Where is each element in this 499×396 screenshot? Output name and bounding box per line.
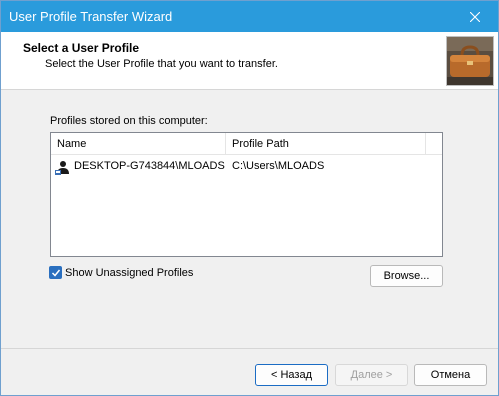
column-header-path[interactable]: Profile Path <box>226 133 426 155</box>
page-subtitle: Select the User Profile that you want to… <box>45 58 278 70</box>
back-button[interactable]: < Назад <box>255 364 328 386</box>
list-header: Name Profile Path <box>51 133 442 155</box>
profile-name: DESKTOP-G743844\MLOADS <box>74 160 225 172</box>
user-profile-icon <box>55 160 70 175</box>
close-button[interactable] <box>452 1 498 32</box>
browse-button[interactable]: Browse... <box>370 265 443 287</box>
wizard-window: User Profile Transfer Wizard Select a Us… <box>0 0 499 396</box>
close-icon <box>470 11 480 22</box>
show-unassigned-label[interactable]: Show Unassigned Profiles <box>65 267 193 279</box>
show-unassigned-checkbox[interactable] <box>49 266 62 279</box>
list-item[interactable]: DESKTOP-G743844\MLOADS C:\Users\MLOADS <box>51 157 442 177</box>
page-title: Select a User Profile <box>23 41 140 55</box>
briefcase-image <box>446 36 494 86</box>
profile-path: C:\Users\MLOADS <box>232 160 325 172</box>
profiles-label: Profiles stored on this computer: <box>50 115 208 127</box>
wizard-header: Select a User Profile Select the User Pr… <box>1 32 498 90</box>
checkmark-icon <box>51 269 60 277</box>
title-bar: User Profile Transfer Wizard <box>1 1 498 32</box>
column-header-name[interactable]: Name <box>51 133 226 155</box>
show-unassigned-option[interactable]: Show Unassigned Profiles <box>49 265 193 280</box>
profiles-list[interactable]: Name Profile Path DESKTOP-G743844\MLOADS… <box>50 132 443 257</box>
next-button[interactable]: Далее > <box>335 364 408 386</box>
cancel-button[interactable]: Отмена <box>414 364 487 386</box>
window-title: User Profile Transfer Wizard <box>9 9 173 24</box>
